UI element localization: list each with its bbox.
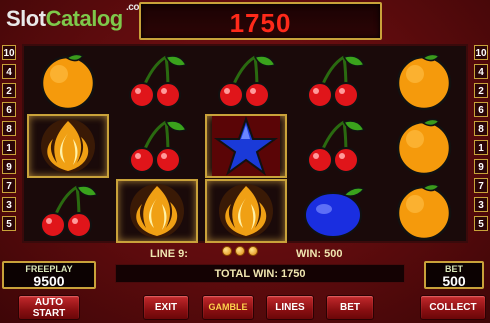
cherry-icon: [116, 114, 198, 178]
payline-number: 10: [2, 45, 16, 60]
bet-button[interactable]: BET: [326, 295, 374, 320]
payline-number: 3: [474, 197, 488, 212]
payline-number: 10: [474, 45, 488, 60]
reel-4: [291, 46, 379, 245]
plum-icon: [294, 179, 376, 243]
line-label: LINE 9:: [150, 248, 188, 260]
slotcatalog-logo: SlotCatalog .com: [6, 2, 148, 36]
payline-number: 8: [474, 121, 488, 136]
cherry-icon: [205, 49, 287, 113]
slot-machine: SlotCatalog .com 1750 10 4 2 6 8 1 9 7 3…: [0, 0, 490, 323]
star-icon: [205, 114, 287, 178]
auto-start-button[interactable]: AUTO START: [18, 295, 80, 320]
logo-slot-text: Slot: [6, 6, 46, 31]
payline-number: 9: [474, 159, 488, 174]
orange-icon: [27, 49, 109, 113]
payline-number: 6: [474, 102, 488, 117]
payline-number: 7: [2, 178, 16, 193]
payline-number: 7: [474, 178, 488, 193]
coin-icon: [222, 246, 232, 256]
payline-number: 1: [2, 140, 16, 155]
fire-icon: [205, 179, 287, 243]
line-win-info: LINE 9: WIN: 500: [120, 246, 380, 262]
fire-icon: [116, 179, 198, 243]
payline-number: 2: [2, 83, 16, 98]
coin-icon: [248, 246, 258, 256]
exit-button[interactable]: EXIT: [143, 295, 189, 320]
reel-3: [202, 46, 290, 245]
line-win-label: WIN: 500: [296, 248, 343, 260]
payline-number: 4: [474, 64, 488, 79]
logo-catalog-text: Catalog: [45, 6, 124, 31]
cherry-icon: [294, 114, 376, 178]
bet-panel: BET 500: [424, 261, 484, 289]
coin-icons: [222, 246, 258, 256]
auto-start-label-1: AUTO: [34, 297, 64, 308]
reel-area: [22, 44, 468, 243]
payline-number: 2: [474, 83, 488, 98]
payline-number: 6: [2, 102, 16, 117]
win-display-value: 1750: [229, 8, 292, 38]
win-display: 1750: [139, 2, 382, 40]
collect-button[interactable]: COLLECT: [420, 295, 486, 320]
bet-value: 500: [442, 273, 466, 289]
reel-2: [113, 46, 201, 245]
payline-number: 1: [474, 140, 488, 155]
payline-number: 3: [2, 197, 16, 212]
lines-button[interactable]: LINES: [266, 295, 314, 320]
cherry-icon: [294, 49, 376, 113]
fire-icon: [27, 114, 109, 178]
total-win-bar: TOTAL WIN: 1750: [115, 264, 405, 283]
reel-1: [24, 46, 112, 245]
orange-icon: [383, 114, 465, 178]
reel-5: [380, 46, 468, 245]
payline-numbers-left: 10 4 2 6 8 1 9 7 3 5: [2, 45, 16, 235]
payline-number: 4: [2, 64, 16, 79]
payline-number: 8: [2, 121, 16, 136]
freeplay-panel: FREEPLAY 9500: [2, 261, 96, 289]
payline-number: 5: [2, 216, 16, 231]
gamble-button[interactable]: GAMBLE: [202, 295, 254, 320]
orange-icon: [383, 179, 465, 243]
cherry-icon: [27, 179, 109, 243]
cherry-icon: [116, 49, 198, 113]
payline-number: 5: [474, 216, 488, 231]
orange-icon: [383, 49, 465, 113]
payline-number: 9: [2, 159, 16, 174]
freeplay-value: 9500: [33, 273, 65, 289]
auto-start-label-2: START: [32, 308, 66, 319]
payline-numbers-right: 10 4 2 6 8 1 9 7 3 5: [474, 45, 488, 235]
coin-icon: [235, 246, 245, 256]
